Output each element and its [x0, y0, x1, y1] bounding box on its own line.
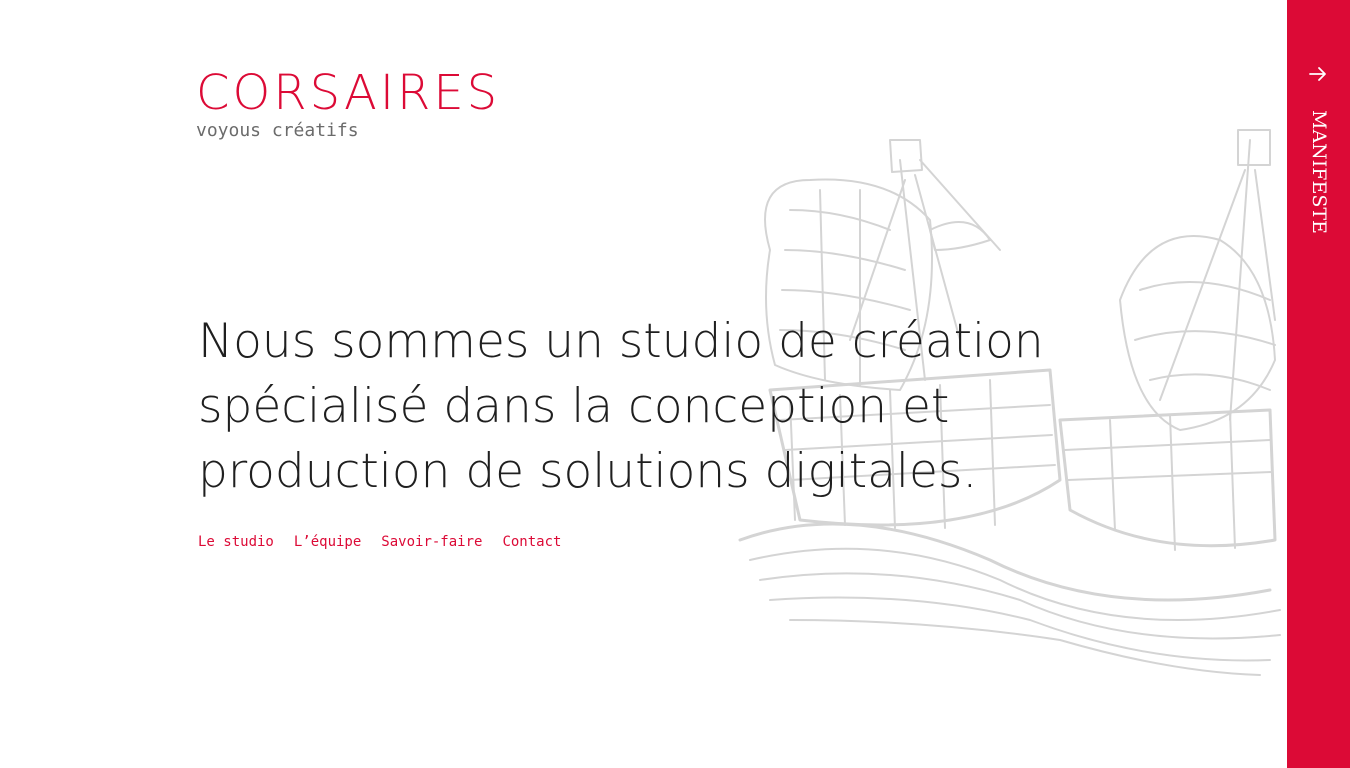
- hero-headline: Nous sommes un studio de création spécia…: [198, 309, 1044, 504]
- nav-link-savoir-faire[interactable]: Savoir-faire: [381, 533, 482, 551]
- manifeste-label: MANIFESTE: [1308, 110, 1330, 234]
- nav-link-equipe[interactable]: L’équipe: [294, 533, 361, 551]
- hero-headline-line: Nous sommes un studio de création: [198, 314, 1044, 369]
- nav-link-studio[interactable]: Le studio: [198, 533, 274, 551]
- logo-wordmark: CORSAIRES: [196, 65, 501, 121]
- manifeste-sidebar-button[interactable]: MANIFESTE: [1287, 0, 1350, 768]
- logo-link[interactable]: CORSAIRES voyous créatifs: [196, 64, 500, 141]
- logo-tagline: voyous créatifs: [196, 120, 359, 141]
- nav-link-contact[interactable]: Contact: [502, 533, 561, 551]
- hero-headline-line: spécialisé dans la conception et: [198, 379, 950, 434]
- hero-headline-line: production de solutions digitales.: [198, 444, 978, 499]
- main-nav: Le studio L’équipe Savoir-faire Contact: [198, 533, 561, 551]
- arrow-right-icon: [1309, 67, 1326, 81]
